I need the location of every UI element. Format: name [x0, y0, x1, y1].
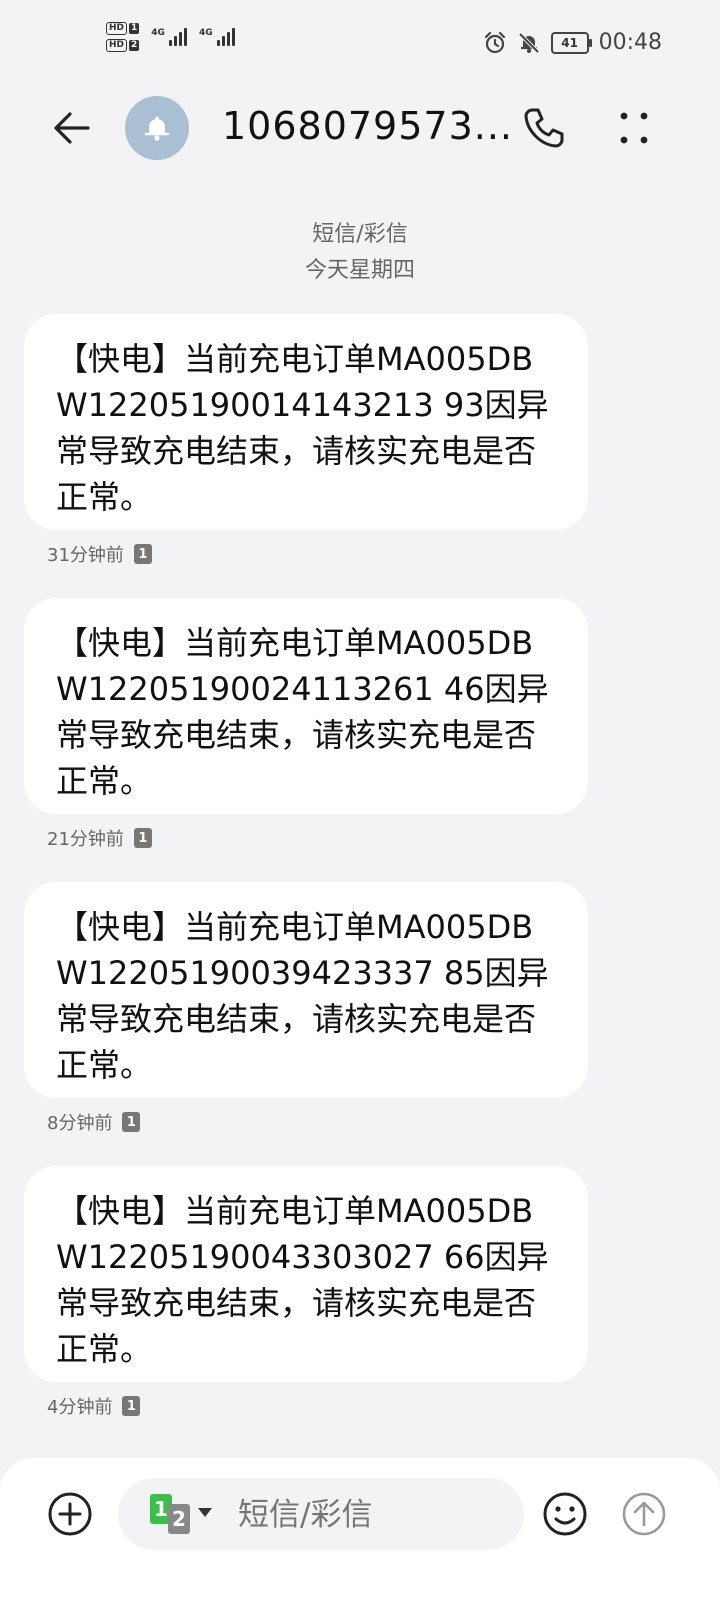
hd-badge-sim2: HD 2 — [106, 39, 140, 52]
signal-bar — [221, 36, 225, 46]
message-composer: 1 2 — [0, 1458, 720, 1600]
status-time: 00:48 — [598, 30, 662, 55]
message-input[interactable] — [236, 1478, 510, 1552]
signal-bar — [216, 40, 220, 46]
sim1-num: 1 — [129, 23, 140, 34]
message-time: 21分钟前 — [47, 829, 124, 850]
battery-icon: 41 — [550, 31, 592, 54]
signal-bar — [178, 32, 182, 46]
emoji-button[interactable] — [541, 1490, 589, 1538]
message-text: 【快电】当前充电订单MA005DBW12205190039423337 85因异… — [56, 908, 549, 1084]
message-bubble[interactable]: 【快电】当前充电订单MA005DBW12205190043303027 66因异… — [24, 1166, 588, 1382]
message-bubble[interactable]: 【快电】当前充电订单MA005DBW12205190014143213 93因异… — [24, 314, 588, 530]
sim-switch-button[interactable]: 1 2 — [150, 1494, 214, 1534]
sim2-num: 2 — [129, 40, 140, 51]
signal-icon-sim1: 4G — [151, 28, 187, 46]
message-meta: 8分钟前 1 — [47, 1109, 141, 1135]
message-meta: 31分钟前 1 — [47, 541, 152, 567]
avatar[interactable] — [125, 96, 189, 160]
signal-bar — [183, 28, 187, 46]
date-divider: 今天星期四 — [304, 258, 415, 283]
arrow-up-circle-icon — [622, 1492, 666, 1536]
hd-badges: HD 1 HD 2 — [106, 22, 140, 52]
sim2-icon: 2 — [168, 1504, 190, 1534]
message-bubble[interactable]: 【快电】当前充电订单MA005DBW12205190039423337 85因异… — [24, 882, 588, 1098]
status-bar: HD 1 HD 2 4G 4G 41 00:48 — [0, 0, 720, 90]
message-meta: 21分钟前 1 — [47, 825, 152, 851]
signal-bar — [231, 28, 235, 46]
hd-label: HD — [106, 22, 128, 35]
message-text: 【快电】当前充电订单MA005DBW12205190043303027 66因异… — [56, 1192, 549, 1368]
hd-badge-sim1: HD 1 — [106, 22, 140, 35]
message-bubble[interactable]: 【快电】当前充电订单MA005DBW12205190024113261 46因异… — [24, 598, 588, 814]
sim-indicator: 1 — [133, 544, 152, 564]
signal-bar — [168, 40, 172, 46]
signal-icon-sim2: 4G — [199, 28, 235, 46]
sim-indicator: 1 — [133, 828, 152, 848]
message-input-container[interactable]: 1 2 — [118, 1478, 524, 1552]
conversation-header: 1068079573... — [0, 90, 720, 170]
status-right: 41 00:48 — [483, 30, 662, 55]
message-text: 【快电】当前充电订单MA005DBW12205190014143213 93因异… — [56, 340, 549, 516]
hd-label: HD — [106, 39, 128, 52]
plus-circle-icon — [48, 1492, 92, 1536]
call-button[interactable] — [520, 104, 568, 152]
signal-bar — [173, 36, 177, 46]
status-left: HD 1 HD 2 4G 4G — [106, 22, 235, 52]
smiley-icon — [543, 1492, 587, 1536]
message-time: 4分钟前 — [47, 1397, 113, 1418]
sim-indicator: 1 — [122, 1112, 141, 1132]
sim-indicator: 1 — [122, 1396, 141, 1416]
battery-level: 41 — [561, 35, 578, 50]
chevron-down-icon — [198, 1508, 212, 1517]
alarm-icon — [484, 31, 505, 53]
message-text: 【快电】当前充电订单MA005DBW12205190024113261 46因异… — [56, 624, 549, 800]
bell-icon — [144, 116, 170, 141]
signal-bar — [226, 32, 230, 46]
mute-bell-icon — [518, 32, 540, 53]
more-vertical-icon — [620, 112, 648, 144]
message-time: 8分钟前 — [47, 1113, 113, 1134]
arrow-left-icon — [54, 112, 90, 144]
message-time: 31分钟前 — [47, 545, 124, 566]
network-type-sim1: 4G — [151, 28, 165, 38]
phone-icon — [524, 108, 564, 148]
contact-title: 1068079573... — [222, 104, 514, 148]
back-button[interactable] — [48, 104, 96, 152]
message-meta: 4分钟前 1 — [47, 1393, 141, 1419]
add-attachment-button[interactable] — [47, 1491, 93, 1537]
more-button[interactable] — [610, 104, 658, 152]
send-button[interactable] — [620, 1490, 668, 1538]
network-type-sim2: 4G — [198, 28, 213, 38]
message-type-label: 短信/彩信 — [312, 222, 408, 247]
